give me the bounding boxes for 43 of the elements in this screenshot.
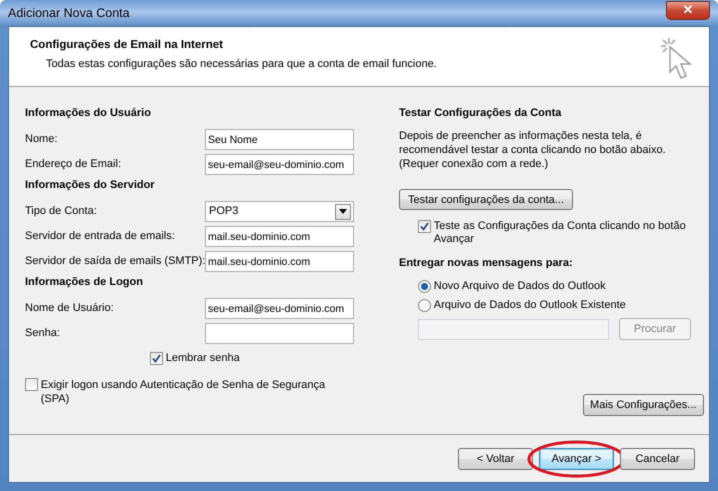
input-field[interactable]: seu-email@seu-dominio.com: [205, 154, 354, 175]
field-label: Servidor de entrada de emails:: [25, 229, 176, 244]
input-field[interactable]: mail.seu-dominio.com: [205, 226, 354, 247]
field-label: Senha:: [25, 326, 61, 342]
test-settings-button[interactable]: Testar configurações da conta...: [399, 189, 573, 210]
radio-dot-icon: [421, 283, 428, 290]
field-label: Nome de Usuário:: [25, 301, 115, 316]
section-heading: Testar Configurações da Conta: [399, 106, 562, 121]
dialog-button[interactable]: < Voltar: [458, 448, 533, 470]
close-button[interactable]: ✕: [666, 0, 710, 20]
description-text: Depois de preencher as informações nesta tela, é recomendável testar a conta clicando no botão abaixo. (Requer conexão com a rede.): [399, 129, 667, 171]
checkbox-label: Lembrar senha: [166, 350, 240, 366]
checkbox[interactable]: [25, 378, 38, 391]
section-heading: Informações de Logon: [25, 275, 144, 290]
radio-label: Arquivo de Dados do Outlook Existente: [434, 298, 626, 314]
input-field[interactable]: Seu Nome: [205, 129, 354, 150]
field-label: Nome:: [25, 132, 58, 148]
check-mark-icon: [152, 354, 161, 362]
field-label: Endereço de Email:: [25, 157, 122, 172]
header-subtitle: Todas estas configurações são necessárias para que a conta de email funcione.: [45, 57, 437, 72]
input-field[interactable]: [205, 323, 354, 344]
caret-icon: [339, 209, 347, 214]
section-heading: Informações do Servidor: [25, 178, 156, 193]
more-settings-button[interactable]: Mais Configurações...: [582, 394, 704, 416]
check-mark-icon: [420, 222, 429, 231]
field-label: Servidor de saída de emails (SMTP):: [25, 254, 205, 270]
input-field[interactable]: mail.seu-dominio.com: [205, 251, 354, 272]
checkbox-label: Exigir logon usando Autenticação de Senha de Segurança (SPA): [40, 378, 326, 406]
checkbox[interactable]: [150, 352, 163, 364]
checkbox[interactable]: [418, 220, 431, 233]
input-field[interactable]: seu-email@seu-dominio.com: [205, 298, 354, 319]
account-type-dropdown[interactable]: POP3: [205, 201, 354, 222]
field-label: Tipo de Conta:: [25, 204, 98, 220]
header-title: Configurações de Email na Internet: [30, 38, 224, 53]
checkbox-label: Teste as Configurações da Conta clicando no botão Avançar: [434, 220, 687, 246]
section-heading: Entregar novas mensagens para:: [399, 256, 574, 271]
dialog-button[interactable]: Avançar >: [539, 448, 614, 470]
radio-label: Novo Arquivo de Dados do Outlook: [434, 279, 606, 294]
radio-button[interactable]: [418, 299, 431, 312]
dialog-button[interactable]: Cancelar: [620, 448, 695, 470]
window-title: Adicionar Nova Conta: [8, 4, 130, 22]
section-heading: Informações do Usuário: [25, 106, 152, 121]
radio-button[interactable]: [418, 280, 431, 293]
